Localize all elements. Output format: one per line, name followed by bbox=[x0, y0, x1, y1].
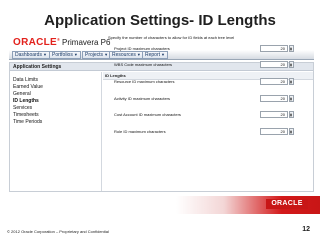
settings-menu-item-services[interactable]: Services bbox=[13, 105, 32, 111]
spinner-icon[interactable] bbox=[289, 45, 294, 52]
instructions-text: Specify the number of characters to allo… bbox=[108, 35, 235, 40]
resource-id-length-input[interactable]: 20 bbox=[260, 78, 288, 85]
field-label: Project ID maximum characters bbox=[114, 46, 170, 51]
oracle-footer-logo: ORACLE bbox=[266, 199, 308, 209]
activity-id-length-input[interactable]: 20 bbox=[260, 95, 288, 102]
nav-projects[interactable]: Projects▼ bbox=[82, 51, 112, 59]
page-number: 12 bbox=[302, 226, 310, 233]
settings-menu-item-id-lengths[interactable]: ID Lengths bbox=[13, 98, 39, 104]
field-label: Activity ID maximum characters bbox=[114, 96, 171, 101]
nav-dashboards[interactable]: Dashboards▼ bbox=[12, 51, 50, 59]
spinner-icon[interactable] bbox=[289, 128, 294, 135]
role-id-length-input[interactable]: 20 bbox=[260, 128, 288, 135]
oracle-logo: ORACLE® bbox=[13, 37, 61, 48]
settings-menu: Data Limits Earned Value General ID Leng… bbox=[10, 72, 102, 191]
field-row-activity-id: Activity ID maximum characters 20 bbox=[114, 95, 309, 103]
product-name: Primavera P6 bbox=[62, 38, 111, 47]
spinner-icon[interactable] bbox=[289, 61, 294, 68]
spinner-icon[interactable] bbox=[289, 111, 294, 118]
spinner-icon[interactable] bbox=[289, 95, 294, 102]
field-label: Resource ID maximum characters bbox=[114, 79, 175, 84]
field-row-resource-id: Resource ID maximum characters 20 bbox=[114, 78, 309, 86]
settings-menu-item-data-limits[interactable]: Data Limits bbox=[13, 77, 38, 83]
field-row-project-id: Project ID maximum characters 20 bbox=[114, 45, 309, 53]
field-row-role-id: Role ID maximum characters 20 bbox=[114, 128, 309, 136]
field-label: Role ID maximum characters bbox=[114, 129, 166, 134]
slide-title: Application Settings- ID Lengths bbox=[44, 12, 276, 29]
project-id-length-input[interactable]: 20 bbox=[260, 45, 288, 52]
field-label: Cost Account ID maximum characters bbox=[114, 112, 181, 117]
nav-portfolios[interactable]: Portfolios▼ bbox=[49, 51, 81, 59]
field-label: WBS Code maximum characters bbox=[114, 62, 173, 67]
spinner-icon[interactable] bbox=[289, 78, 294, 85]
settings-panel-title: Application Settings bbox=[13, 64, 62, 70]
chevron-down-icon: ▼ bbox=[42, 52, 47, 57]
settings-menu-item-earned-value[interactable]: Earned Value bbox=[13, 84, 43, 90]
chevron-down-icon: ▼ bbox=[104, 52, 109, 57]
settings-menu-item-general[interactable]: General bbox=[13, 91, 31, 97]
chevron-down-icon: ▼ bbox=[73, 52, 78, 57]
field-row-cost-account-id: Cost Account ID maximum characters 20 bbox=[114, 111, 309, 119]
field-row-wbs-code: WBS Code maximum characters 20 bbox=[114, 61, 309, 69]
cost-account-id-length-input[interactable]: 20 bbox=[260, 111, 288, 118]
wbs-code-length-input[interactable]: 20 bbox=[260, 61, 288, 68]
settings-menu-item-time-periods[interactable]: Time Periods bbox=[13, 119, 42, 125]
settings-menu-item-timesheets[interactable]: Timesheets bbox=[13, 112, 39, 118]
copyright-footer: © 2012 Oracle Corporation – Proprietary … bbox=[7, 229, 109, 234]
